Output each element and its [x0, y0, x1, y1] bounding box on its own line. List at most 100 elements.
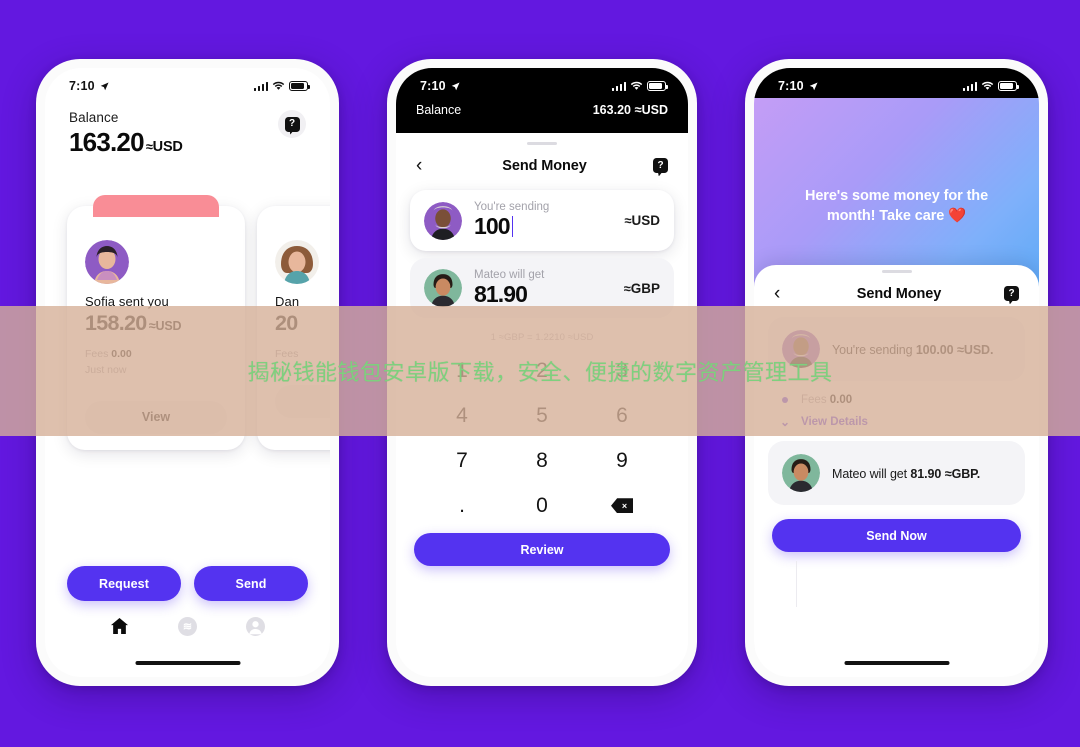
fees-text: Fees 0.00	[801, 394, 853, 407]
card-sender-name: Dan	[275, 294, 300, 309]
card-view-button[interactable]: View	[85, 400, 227, 434]
status-bar: 7:10	[45, 68, 330, 98]
card-amount-row: 158.20 ≈USD	[85, 311, 227, 336]
text-caret	[511, 216, 514, 238]
phone-3-confirm: 7:10 Here's some money for the month! Ta…	[745, 59, 1048, 686]
phone-2-send-money: 7:10 Balance 163.20 ≈USD ‹ Send Money ?	[387, 59, 697, 686]
key-0[interactable]: 0	[502, 484, 582, 527]
key-1[interactable]: 1	[422, 349, 502, 392]
primary-actions: Request Send	[45, 566, 330, 601]
wifi-icon	[981, 81, 994, 90]
transaction-card[interactable]: Sofia sent you 158.20 ≈USD Fees 0.00 Jus…	[67, 195, 245, 450]
key-decimal[interactable]: .	[422, 484, 502, 527]
avatar	[85, 240, 129, 284]
chevron-left-icon[interactable]: ‹	[416, 156, 436, 175]
battery-icon	[998, 81, 1020, 91]
card-fees-value: 0.00	[111, 348, 132, 360]
chevron-down-icon: ⌄	[780, 415, 791, 430]
location-arrow-icon	[100, 81, 109, 90]
card-view-button[interactable]	[275, 384, 330, 418]
transaction-cards: Sofia sent you 158.20 ≈USD Fees 0.00 Jus…	[45, 195, 330, 450]
card-fees-label: Fees	[85, 348, 109, 360]
profile-icon[interactable]	[246, 616, 266, 636]
avatar	[424, 201, 462, 240]
card-sender-name: Sofia sent you	[85, 294, 169, 309]
phone-2-top-bar: 7:10 Balance 163.20 ≈ USD	[396, 68, 688, 133]
signal-bars-icon	[962, 81, 977, 91]
balance-label: Balance	[69, 110, 119, 125]
help-question-icon[interactable]: ?	[1004, 286, 1019, 302]
key-3[interactable]: 3	[582, 349, 662, 392]
status-time: 7:10	[420, 79, 446, 93]
sending-summary-text: You're sending 100.00 ≈USD.	[832, 341, 994, 357]
key-5[interactable]: 5	[502, 394, 582, 437]
location-arrow-icon	[451, 81, 460, 90]
sending-value: 100	[474, 213, 511, 240]
sending-currency[interactable]: ≈ USD	[624, 213, 660, 228]
status-time: 7:10	[778, 79, 804, 93]
phone-3-screen: 7:10 Here's some money for the month! Ta…	[754, 68, 1039, 677]
location-arrow-icon	[809, 81, 818, 90]
review-button[interactable]: Review	[414, 533, 670, 567]
help-question-icon[interactable]: ?	[653, 158, 668, 174]
status-bar: 7:10	[396, 68, 688, 98]
confirm-sheet: ‹ Send Money ? You're sending 100.00 ≈US…	[754, 265, 1039, 677]
balance-label: Balance	[416, 102, 462, 117]
gift-message: Here's some money for the month! Take ca…	[804, 187, 989, 224]
key-6[interactable]: 6	[582, 394, 662, 437]
send-money-sheet: ‹ Send Money ? You're sending 100 ≈ USD …	[396, 133, 688, 677]
screenshot-stage: 7:10 Balance 163.20 ≈USD ? Sofia sent yo…	[0, 0, 1080, 747]
view-details-label: View Details	[801, 416, 868, 429]
card-amount: 158.20	[85, 311, 147, 335]
phone-1-screen: 7:10 Balance 163.20 ≈USD ? Sofia sent yo…	[45, 68, 330, 677]
sending-amount: 100.00	[915, 342, 954, 357]
avatar	[424, 269, 462, 308]
sending-amount-card[interactable]: You're sending 100 ≈ USD	[410, 190, 674, 251]
card-time: Just now	[85, 363, 127, 376]
waves-icon[interactable]: ≋	[177, 616, 197, 636]
backspace-icon[interactable]: ×	[582, 484, 662, 527]
key-2[interactable]: 2	[502, 349, 582, 392]
send-now-button[interactable]: Send Now	[772, 519, 1021, 553]
home-icon[interactable]	[109, 616, 129, 636]
request-button[interactable]: Request	[67, 566, 181, 601]
help-bubble: ?	[284, 116, 300, 132]
avatar	[275, 240, 319, 284]
balance-amount: 163.20	[69, 127, 145, 157]
sending-summary-row: You're sending 100.00 ≈USD.	[768, 317, 1025, 382]
receiving-amount-card[interactable]: Mateo will get 81.90 ≈ GBP	[410, 257, 674, 319]
key-4[interactable]: 4	[422, 394, 502, 437]
sending-label: You're sending	[474, 201, 550, 214]
fees-value: 0.00	[829, 394, 853, 407]
phone-2-screen: 7:10 Balance 163.20 ≈USD ‹ Send Money ?	[396, 68, 688, 677]
exchange-rate: 1 ≈GBP = 1.2210 ≈USD	[490, 332, 594, 344]
waves-glyph: ≋	[177, 616, 197, 636]
phone-2-balance-row: Balance 163.20 ≈ USD	[396, 98, 688, 129]
card-amount: 20	[275, 311, 298, 335]
page-title: Send Money	[502, 157, 587, 174]
home-indicator	[135, 661, 240, 665]
receiving-summary-row: Mateo will get 81.90 ≈GBP.	[768, 441, 1025, 506]
bullet-dot-icon	[782, 397, 788, 404]
fees-row: Fees 0.00	[754, 381, 1039, 406]
key-9[interactable]: 9	[582, 439, 662, 482]
view-details-row[interactable]: ⌄ View Details	[754, 406, 1039, 429]
balance-currency: ≈USD	[145, 139, 183, 155]
phone-1-wallet-home: 7:10 Balance 163.20 ≈USD ? Sofia sent yo…	[36, 59, 339, 686]
balance-value: 163.20 ≈ USD	[592, 102, 668, 117]
transaction-card[interactable]: Dan 20 Fees	[257, 206, 330, 450]
key-8[interactable]: 8	[502, 439, 582, 482]
help-question-icon[interactable]: ?	[278, 110, 306, 138]
sheet-nav: ‹ Send Money ?	[754, 273, 1039, 305]
numeric-keypad: 1 2 3 4 5 6 7 8 9 . 0 ×	[396, 349, 688, 527]
key-7[interactable]: 7	[422, 439, 502, 482]
chevron-left-icon[interactable]: ‹	[774, 284, 794, 303]
send-button[interactable]: Send	[194, 566, 308, 601]
receiving-currency[interactable]: ≈ GBP	[624, 281, 660, 296]
balance-amount-row: 163.20 ≈USD	[69, 127, 183, 158]
signal-bars-icon	[611, 81, 626, 91]
wifi-icon	[272, 81, 285, 90]
avatar	[782, 330, 820, 369]
balance-section: Balance 163.20 ≈USD ?	[45, 98, 330, 158]
sending-value-row: 100	[474, 213, 612, 239]
